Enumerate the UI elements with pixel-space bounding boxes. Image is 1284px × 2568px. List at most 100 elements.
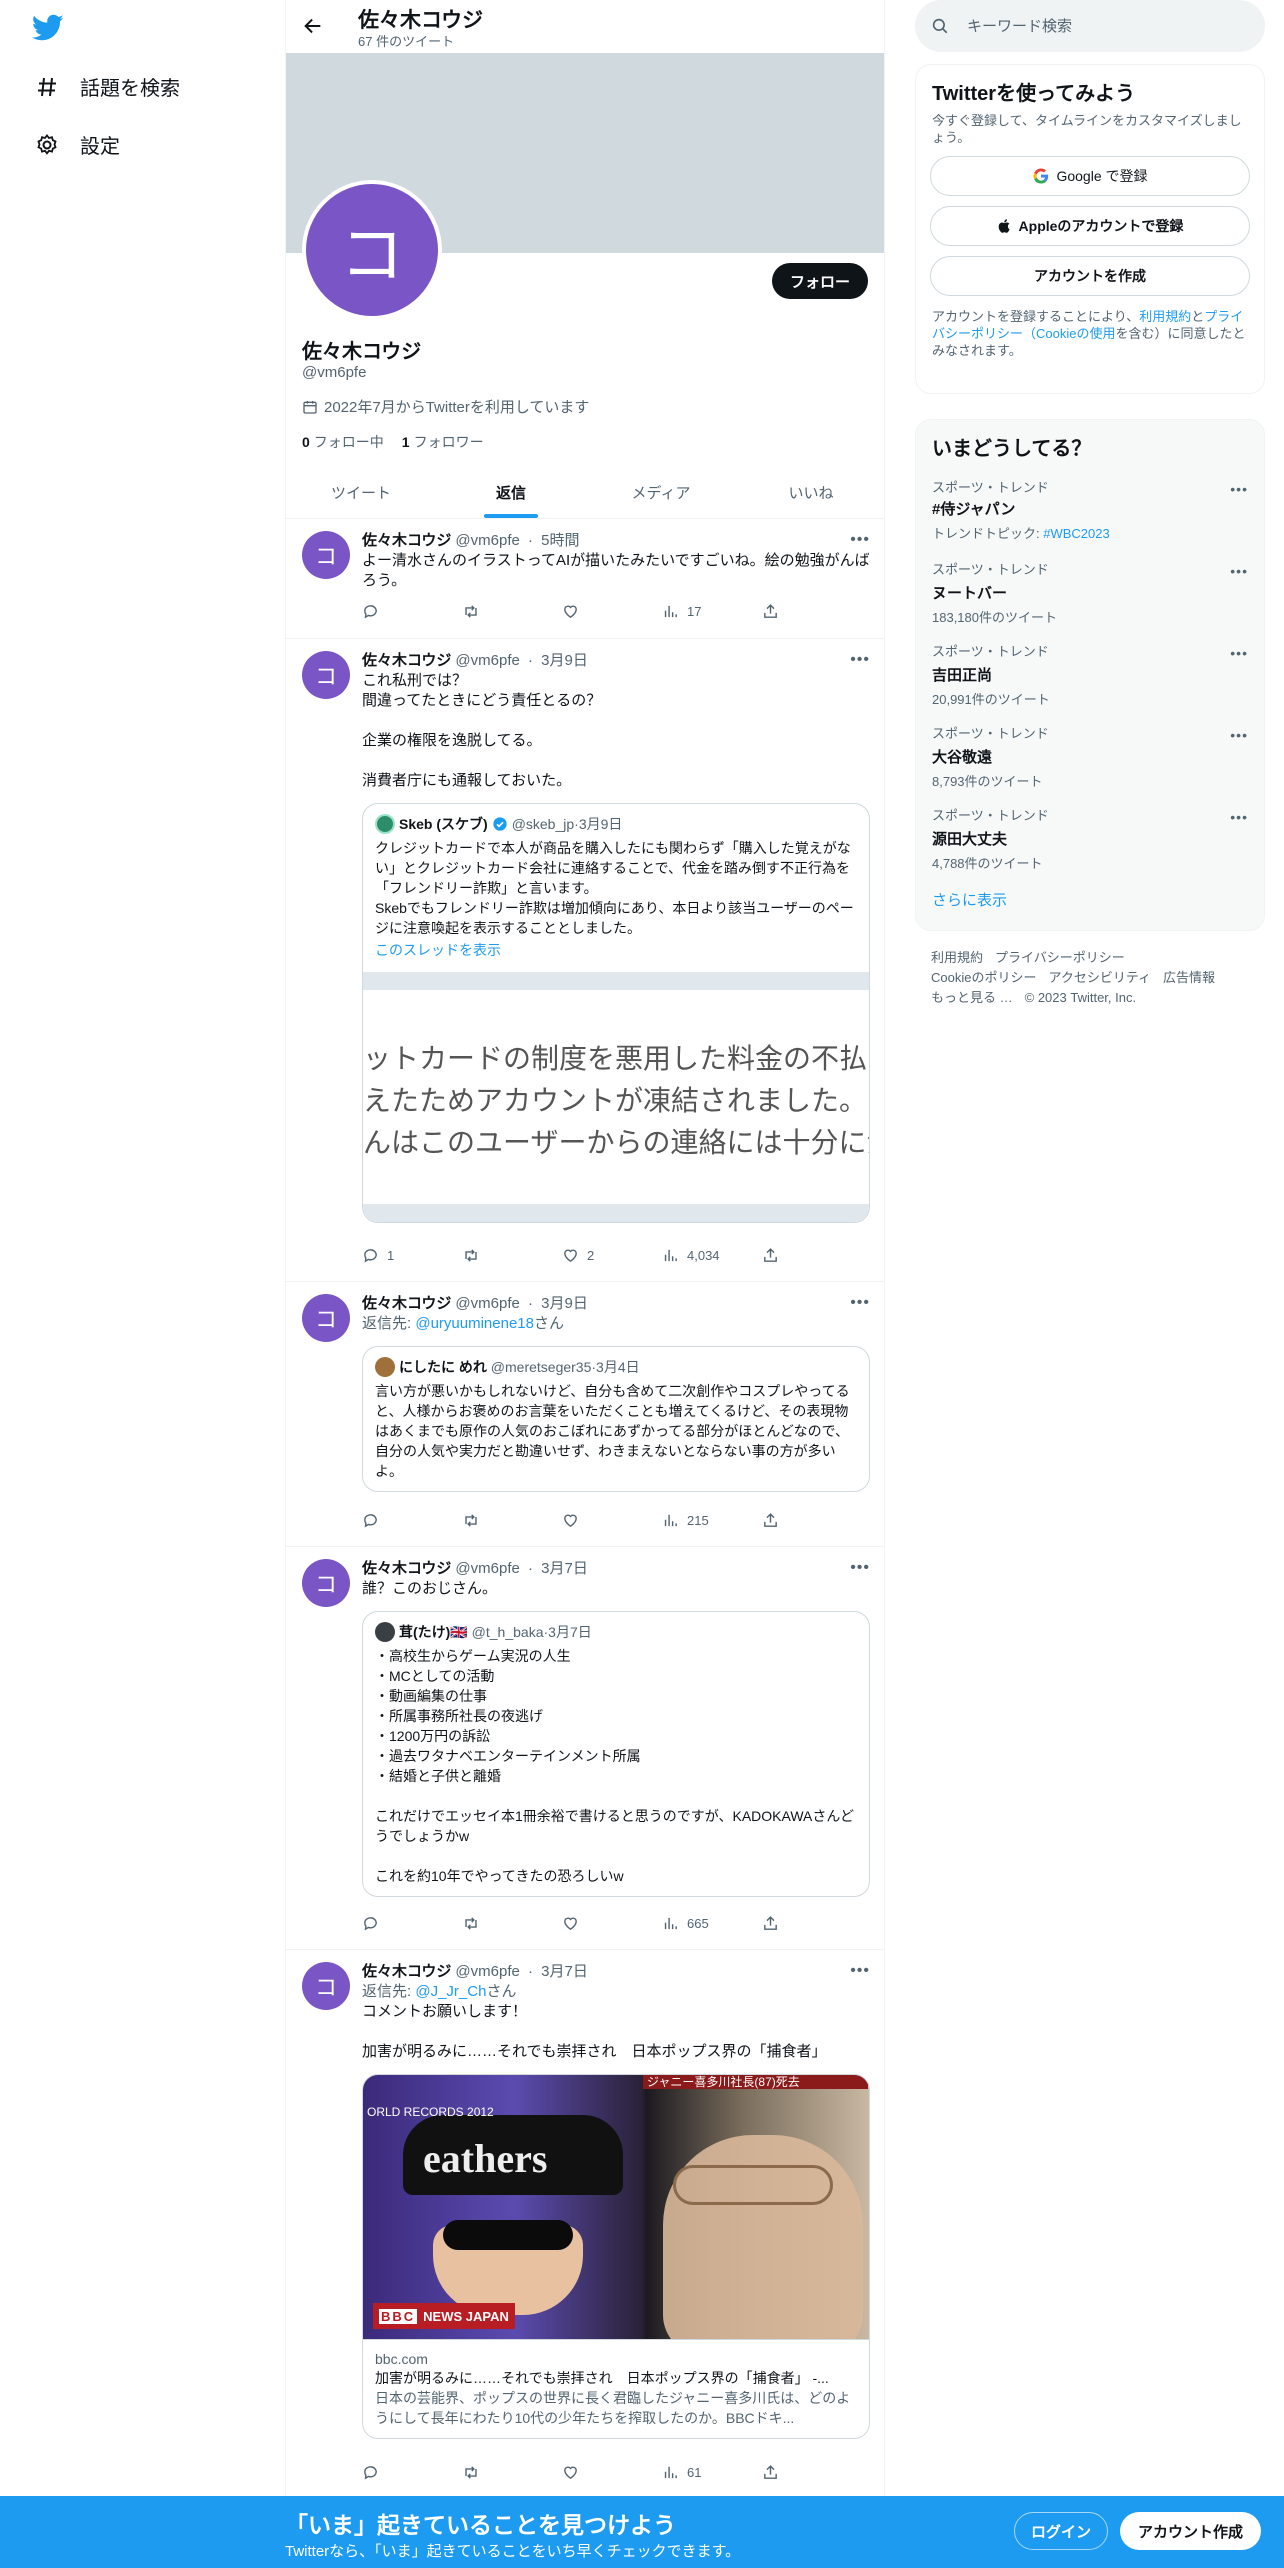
- profile-avatar[interactable]: コ: [302, 180, 442, 320]
- share-button[interactable]: [762, 1512, 792, 1529]
- more-icon[interactable]: •••: [1230, 727, 1248, 743]
- footer-link[interactable]: 利用規約: [931, 950, 983, 965]
- like-button[interactable]: [562, 1512, 642, 1529]
- like-button[interactable]: 2: [562, 1247, 642, 1264]
- share-button[interactable]: [762, 1915, 792, 1932]
- apple-signup-button[interactable]: Appleのアカウントで登録: [930, 206, 1250, 246]
- search-bar[interactable]: [915, 0, 1265, 52]
- reply-button[interactable]: 1: [362, 1247, 442, 1264]
- tweet-avatar[interactable]: コ: [302, 1962, 350, 2010]
- like-button[interactable]: [562, 1915, 642, 1932]
- share-icon: [764, 2465, 777, 2479]
- quote-header: にしたに めれ @meretseger35 · 3月4日: [375, 1357, 857, 1377]
- footer-link[interactable]: Cookieのポリシー: [931, 970, 1036, 985]
- quoted-tweet[interactable]: Skeb (スケブ) @skeb_jp · 3月9日 クレジットカードで本人が商…: [362, 803, 870, 1223]
- tweet-avatar[interactable]: コ: [302, 1559, 350, 1607]
- quote-image[interactable]: ットカードの制度を悪用した料金の不払い えたためアカウントが凍結されました。 ん…: [363, 972, 869, 1222]
- followers-link[interactable]: 1 フォロワー: [402, 432, 484, 452]
- reply-button[interactable]: [362, 1915, 442, 1932]
- like-button[interactable]: [562, 2464, 642, 2481]
- tweet[interactable]: コ ••• 佐々木コウジ @vm6pfe · 3月9日 これ私刑では？ 間違ってた…: [286, 639, 884, 1282]
- tweet-avatar[interactable]: コ: [302, 531, 350, 579]
- following-link[interactable]: 0 フォロー中: [302, 432, 384, 452]
- link-card-domain: bbc.com: [375, 2351, 428, 2367]
- more-icon[interactable]: •••: [1230, 809, 1248, 825]
- login-button[interactable]: ログイン: [1014, 2512, 1109, 2550]
- trend-item[interactable]: スポーツ・トレンド ヌートバー 183,180件のツイート •••: [916, 549, 1264, 631]
- tweet[interactable]: コ ••• 佐々木コウジ @vm6pfe · 3月7日 返信先: @J_Jr_Ch…: [286, 1950, 884, 2496]
- create-account-button[interactable]: アカウントを作成: [930, 256, 1250, 296]
- trend-item[interactable]: スポーツ・トレンド 大谷敬遠 8,793件のツイート •••: [916, 713, 1264, 795]
- share-button[interactable]: [762, 603, 792, 620]
- reply-to-link[interactable]: @uryuuminene18: [415, 1315, 534, 1332]
- more-icon[interactable]: •••: [1230, 645, 1248, 661]
- trend-item[interactable]: スポーツ・トレンド 吉田正尚 20,991件のツイート •••: [916, 631, 1264, 713]
- tweet[interactable]: コ ••• 佐々木コウジ @vm6pfe · 3月7日 誰？このおじさん。 茸(た…: [286, 1547, 884, 1950]
- views-button[interactable]: 17: [662, 603, 742, 620]
- show-more-link[interactable]: さらに表示: [916, 877, 1264, 922]
- views-icon: [664, 1514, 677, 1527]
- reply-button[interactable]: [362, 603, 442, 620]
- quote-header: 茸(たけ)🇬🇧 @t_h_baka · 3月7日: [375, 1622, 857, 1642]
- quoted-tweet[interactable]: にしたに めれ @meretseger35 · 3月4日 言い方が悪いかもしれな…: [362, 1346, 870, 1492]
- trend-item[interactable]: スポーツ・トレンド #侍ジャパン トレンドトピック: #WBC2023 •••: [916, 467, 1264, 549]
- show-thread-link[interactable]: このスレッドを表示: [375, 940, 857, 960]
- tweet-avatar[interactable]: コ: [302, 1294, 350, 1342]
- quote-image-line: えたためアカウントが凍結されました。: [363, 1085, 868, 1116]
- share-button[interactable]: [762, 1247, 792, 1264]
- retweet-button[interactable]: [462, 603, 542, 620]
- more-icon[interactable]: •••: [850, 1962, 870, 1980]
- share-button[interactable]: [762, 2464, 792, 2481]
- follow-button[interactable]: フォロー: [771, 263, 868, 299]
- tab-tweets[interactable]: ツイート: [286, 466, 436, 518]
- nav-explore[interactable]: 話題を検索: [34, 72, 180, 101]
- retweet-button[interactable]: [462, 2464, 542, 2481]
- tab-replies[interactable]: 返信: [436, 466, 586, 518]
- link-card[interactable]: eathers ORLD RECORDS 2012 ジャニー喜多川社長(87)死…: [362, 2074, 870, 2439]
- views-button[interactable]: 665: [662, 1915, 742, 1932]
- tweet[interactable]: コ ••• 佐々木コウジ @vm6pfe · 3月9日 返信先: @uryuumi…: [286, 1282, 884, 1547]
- views-button[interactable]: 215: [662, 1512, 742, 1529]
- trend-topic-link[interactable]: #WBC2023: [1043, 526, 1109, 541]
- tweet-text: コメントお願いします！ 加害が明るみに……それでも崇拝され 日本ポップス界の「捕…: [362, 2003, 827, 2060]
- more-icon[interactable]: •••: [1230, 481, 1248, 497]
- more-icon[interactable]: •••: [1230, 563, 1248, 579]
- reply-icon: [364, 2466, 377, 2480]
- like-button[interactable]: [562, 603, 642, 620]
- more-icon[interactable]: •••: [850, 1559, 870, 1577]
- trend-item[interactable]: スポーツ・トレンド 源田大丈夫 4,788件のツイート •••: [916, 795, 1264, 877]
- reply-button[interactable]: [362, 2464, 442, 2481]
- retweet-button[interactable]: [462, 1915, 542, 1932]
- share-icon: [764, 1513, 777, 1527]
- views-icon: [664, 1917, 677, 1930]
- terms-link[interactable]: 利用規約: [1139, 309, 1191, 324]
- google-signup-button[interactable]: Google で登録: [930, 156, 1250, 196]
- prompt-title: 「いま」起きていることを見つけよう: [285, 2512, 676, 2538]
- twitter-logo-icon[interactable]: [31, 14, 64, 42]
- tab-likes[interactable]: いいね: [736, 466, 884, 518]
- bbc-news-japan-badge: BBC NEWS JAPAN: [373, 2303, 515, 2329]
- more-icon[interactable]: •••: [850, 531, 870, 549]
- retweet-button[interactable]: [462, 1247, 542, 1264]
- signup-terms: アカウントを登録することにより、利用規約とプライバシーポリシー（Cookieの使…: [932, 309, 1246, 358]
- signup-button[interactable]: アカウント作成: [1120, 2512, 1262, 2550]
- tweet[interactable]: コ ••• 佐々木コウジ @vm6pfe · 5時間 よー清水さんのイラストってA…: [286, 519, 884, 639]
- quoted-tweet[interactable]: 茸(たけ)🇬🇧 @t_h_baka · 3月7日 ・高校生からゲーム実況の人生 …: [362, 1611, 870, 1897]
- retweet-icon: [465, 1514, 477, 1527]
- views-button[interactable]: 4,034: [662, 1247, 742, 1264]
- search-input[interactable]: [967, 17, 1227, 35]
- retweet-button[interactable]: [462, 1512, 542, 1529]
- footer-link[interactable]: プライバシーポリシー: [995, 950, 1125, 965]
- reply-to-link[interactable]: @J_Jr_Ch: [415, 1983, 486, 2000]
- reply-button[interactable]: [362, 1512, 442, 1529]
- footer-link[interactable]: 広告情報: [1163, 970, 1215, 985]
- views-button[interactable]: 61: [662, 2464, 742, 2481]
- nav-settings[interactable]: 設定: [34, 130, 120, 159]
- footer-link[interactable]: もっと見る …: [931, 990, 1013, 1005]
- more-icon[interactable]: •••: [850, 1294, 870, 1312]
- back-arrow-icon[interactable]: [302, 15, 326, 39]
- tab-media[interactable]: メディア: [586, 466, 736, 518]
- tweet-avatar[interactable]: コ: [302, 651, 350, 699]
- footer-link[interactable]: アクセシビリティ: [1048, 970, 1151, 985]
- more-icon[interactable]: •••: [850, 651, 870, 669]
